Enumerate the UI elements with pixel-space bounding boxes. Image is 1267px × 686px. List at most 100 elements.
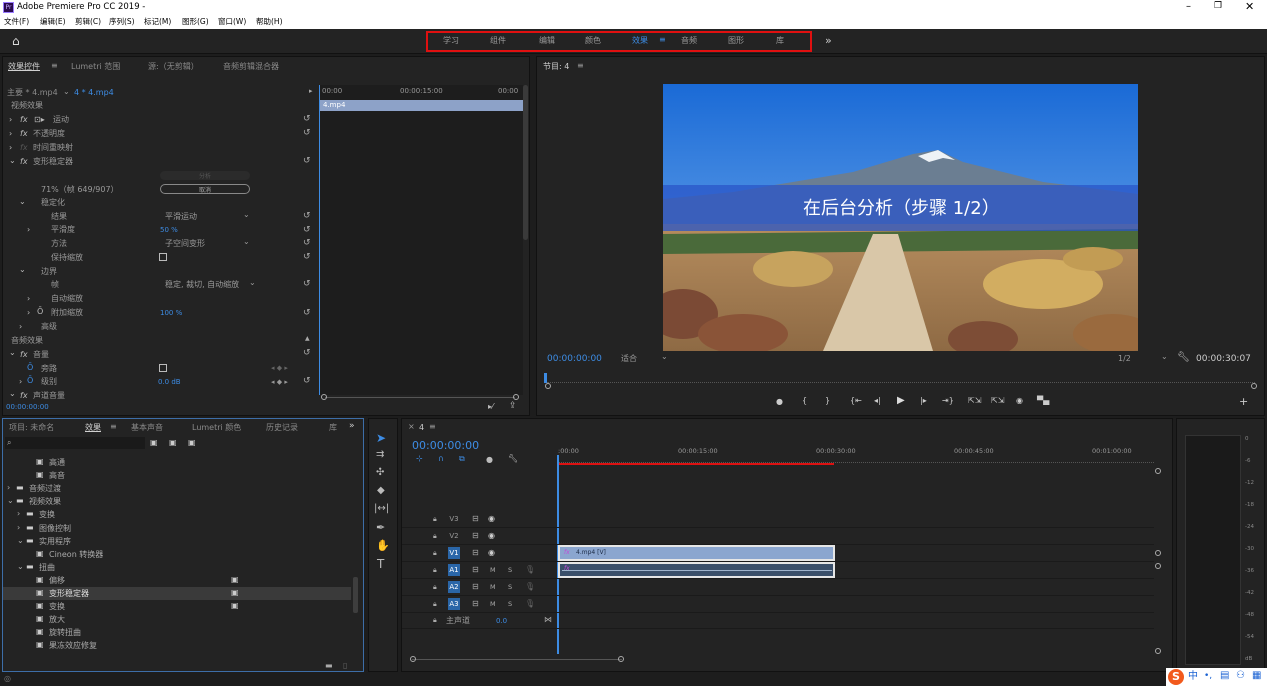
workspace-audio[interactable]: 音频 xyxy=(681,37,697,45)
mute-button[interactable]: M xyxy=(490,584,496,591)
fx-icon[interactable]: fx xyxy=(20,130,28,138)
tab-lumetri-scopes[interactable]: Lumetri 范围 xyxy=(71,63,120,71)
effects-tree-item[interactable]: ▣ 变形稳定器 ▣ xyxy=(3,587,351,601)
track-master[interactable]: 🔒︎ 主声道 0.0 ⋈ xyxy=(402,613,1154,629)
transform-icon[interactable]: ⊡▸ xyxy=(34,116,45,124)
expand-arrow-icon[interactable]: › xyxy=(17,523,20,532)
lift-icon[interactable]: ⇱⇲ xyxy=(968,397,981,405)
track-v1[interactable]: 🔒︎ V1 ⊟ ◉ fx 4.mp4 [V] xyxy=(402,545,1154,562)
expand-arrow-icon[interactable]: › xyxy=(9,130,12,138)
tab-effects[interactable]: 效果 xyxy=(85,424,101,432)
effect-opacity[interactable]: 不透明度 xyxy=(33,130,65,138)
sync-lock-icon[interactable]: ⊟ xyxy=(472,515,479,523)
dropdown-icon[interactable]: ⌄ xyxy=(661,353,668,361)
cancel-button[interactable]: 取消 xyxy=(160,184,250,194)
effect-time-remap[interactable]: 时间重映射 xyxy=(33,144,73,152)
tab-history[interactable]: 历史记录 xyxy=(266,424,298,432)
track-v2[interactable]: 🔒︎ V2 ⊟ ◉ xyxy=(402,528,1154,545)
audio-clip[interactable]: fx xyxy=(558,562,835,578)
workspace-effects[interactable]: 效果 xyxy=(632,37,648,45)
expand-arrow-icon[interactable]: › xyxy=(19,323,22,331)
new-folder-icon[interactable]: ▬ xyxy=(325,662,333,670)
lock-icon[interactable]: 🔒︎ xyxy=(433,617,437,624)
timeline-vscroll-handle[interactable] xyxy=(1155,648,1161,654)
go-to-in-icon[interactable]: {⇤ xyxy=(850,397,862,405)
tab-project[interactable]: 项目: 未命名 xyxy=(9,424,54,432)
timeline-hscroll-handle-left[interactable] xyxy=(410,656,416,662)
ec-current-time[interactable]: 00:00:00:00 xyxy=(6,404,49,411)
close-icon[interactable]: ✕ xyxy=(1245,1,1254,12)
ime-punct-label[interactable]: •, xyxy=(1204,672,1212,681)
apps-icon[interactable]: ▦ xyxy=(1252,671,1261,681)
collapse-arrow-icon[interactable]: ⌄ xyxy=(9,390,16,398)
keyframe-nav-icon[interactable]: ◂ ◆ ▸ xyxy=(271,379,288,386)
workspace-menu-icon[interactable]: ≡ xyxy=(659,36,666,44)
expand-arrow-icon[interactable]: › xyxy=(19,378,22,386)
fx-icon[interactable]: fx xyxy=(20,116,28,124)
menu-help[interactable]: 帮助(H) xyxy=(256,18,283,26)
timeline-tab[interactable]: 4 xyxy=(419,424,424,432)
solo-button[interactable]: S xyxy=(508,567,512,574)
sequence-clip-label[interactable]: 4 * 4.mp4 xyxy=(74,89,114,97)
timeline-close-icon[interactable]: × xyxy=(408,423,415,431)
tab-audio-clip-mixer[interactable]: 音频剪辑混合器 xyxy=(223,63,279,71)
out-point-icon[interactable]: } xyxy=(825,397,830,405)
go-to-out-icon[interactable]: ⇥} xyxy=(942,397,954,405)
user-icon[interactable]: ⚇ xyxy=(1236,671,1245,681)
menu-graphics[interactable]: 图形(G) xyxy=(182,18,209,26)
mute-button[interactable]: M xyxy=(490,567,496,574)
lock-icon[interactable]: 🔒︎ xyxy=(433,601,437,608)
workspace-assembly[interactable]: 组件 xyxy=(490,37,506,45)
menu-edit[interactable]: 编辑(E) xyxy=(40,18,66,26)
mic-icon[interactable]: 🎙︎ xyxy=(525,600,535,608)
tab-source[interactable]: 源:（无剪辑） xyxy=(148,63,199,71)
mute-button[interactable]: M xyxy=(490,601,496,608)
fit-dropdown[interactable]: 适合 xyxy=(621,355,637,363)
reset-icon[interactable]: ↺ xyxy=(303,157,311,166)
track-a2[interactable]: 🔒︎ A2 ⊟ M S 🎙︎ xyxy=(402,579,1154,596)
in-point-icon[interactable]: { xyxy=(802,397,807,405)
mic-icon[interactable]: 🎙︎ xyxy=(525,566,535,574)
effects-search-input[interactable]: ⌕ xyxy=(5,437,145,449)
sync-lock-icon[interactable]: ⊟ xyxy=(472,583,479,591)
stopwatch-icon[interactable]: Ō xyxy=(27,364,33,372)
effects-tree-item[interactable]: › ▬ 变换 xyxy=(3,508,351,521)
borders-group[interactable]: 边界 xyxy=(41,268,57,276)
track-target-v1[interactable]: V1 xyxy=(448,547,460,559)
reset-icon[interactable]: ↺ xyxy=(303,377,311,386)
dropdown-icon[interactable]: ⌄ xyxy=(249,279,256,287)
workspace-color[interactable]: 颜色 xyxy=(585,37,601,45)
expand-arrow-icon[interactable]: › xyxy=(17,510,20,518)
razor-tool-icon[interactable]: ◆ xyxy=(377,486,385,496)
reset-icon[interactable]: ↺ xyxy=(303,349,311,358)
fx-icon[interactable]: fx xyxy=(20,392,28,400)
expand-arrow-icon[interactable]: › xyxy=(7,484,10,492)
track-a3[interactable]: 🔒︎ A3 ⊟ M S 🎙︎ xyxy=(402,596,1154,613)
framing-dropdown[interactable]: 稳定, 裁切, 自动缩放 xyxy=(165,281,239,289)
track-target-a3[interactable]: A3 xyxy=(448,598,460,610)
sync-lock-icon[interactable]: ⊟ xyxy=(472,532,479,540)
effect-motion[interactable]: 运动 xyxy=(53,116,69,124)
smoothness-value[interactable]: 50 % xyxy=(160,227,178,234)
accelerated-effects-icon[interactable]: ▣ xyxy=(150,439,158,447)
collapse-arrow-icon[interactable]: ⌄ xyxy=(17,536,24,545)
solo-button[interactable]: S xyxy=(508,584,512,591)
menu-window[interactable]: 窗口(W) xyxy=(218,18,246,26)
type-tool-icon[interactable]: T xyxy=(377,558,384,570)
ec-zoom-handle-right[interactable] xyxy=(513,394,519,400)
effects-tree-item[interactable]: ▣ 高音 xyxy=(3,469,351,482)
tab-menu-icon[interactable]: ≡ xyxy=(51,62,58,70)
reset-icon[interactable]: ↺ xyxy=(303,226,311,235)
reset-icon[interactable]: ↺ xyxy=(303,129,311,138)
ec-zoom-handle-left[interactable] xyxy=(321,394,327,400)
effects-tree-item[interactable]: ⌄ ▬ 扭曲 xyxy=(3,561,351,574)
resolution-dropdown[interactable]: 1/2 xyxy=(1118,355,1131,363)
tab-libraries[interactable]: 库 xyxy=(329,424,337,432)
effects-tree-item[interactable]: ▣ 偏移 ▣ xyxy=(3,574,351,587)
result-dropdown[interactable]: 平滑运动 xyxy=(165,213,197,221)
snap-icon[interactable]: ∩ xyxy=(438,455,444,463)
timeline-vscroll-handle[interactable] xyxy=(1155,550,1161,556)
collapse-arrow-icon[interactable]: ⌄ xyxy=(17,562,24,571)
reset-icon[interactable]: ↺ xyxy=(303,239,311,248)
scroll-up-icon[interactable]: ▲ xyxy=(305,336,310,342)
